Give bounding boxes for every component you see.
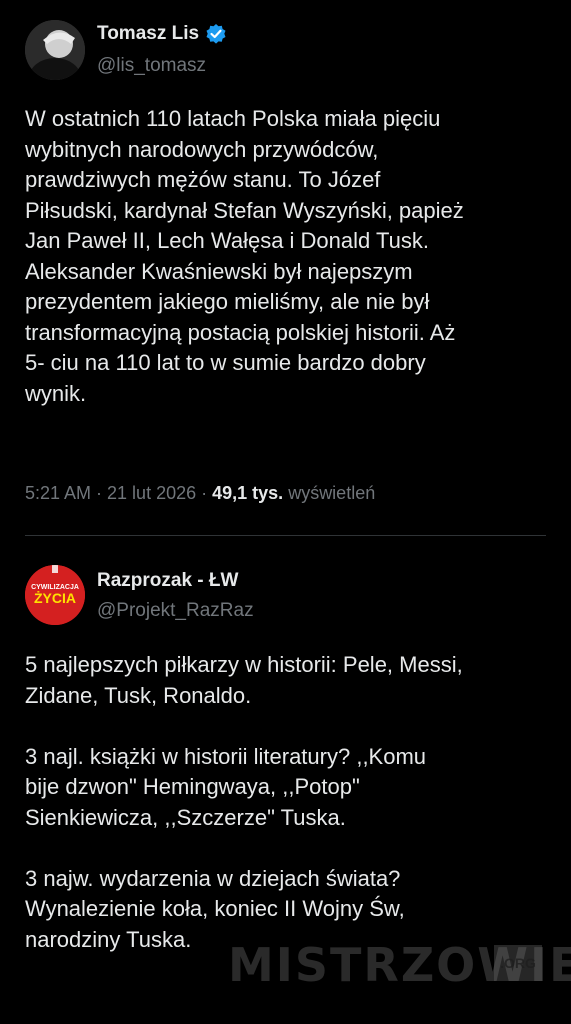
tweet-text: W ostatnich 110 latach Polska miała pięc… [25,106,464,406]
avatar-text-main: ŻYCIA [34,590,76,606]
tweet-time[interactable]: 5:21 AM · 21 lut 2026 · [25,483,212,503]
divider [25,535,546,536]
avatar-tomasz-lis[interactable] [25,20,85,80]
views-label: wyświetleń [283,483,376,503]
avatar-razprozak[interactable]: CYWILIZACJA ŻYCIA [25,565,85,625]
author-name-text[interactable]: Razprozak - ŁW [97,570,238,592]
tweet-text: 5 najlepszych piłkarzy w historii: Pele,… [25,652,463,952]
avatar-logo-icon: CYWILIZACJA ŻYCIA [25,565,85,625]
author-name-text[interactable]: Tomasz Lis [97,23,199,45]
author-handle[interactable]: @Projekt_RazRaz [97,600,254,622]
author-name[interactable]: Razprozak - ŁW [97,570,238,592]
author-handle[interactable]: @lis_tomasz [97,55,206,77]
watermark-org: .ORG [494,945,542,981]
tweet-meta: 5:21 AM · 21 lut 2026 · 49,1 tys. wyświe… [25,483,375,504]
avatar-photo-icon [25,20,85,80]
view-count: 49,1 tys. [212,483,284,503]
author-name[interactable]: Tomasz Lis [97,23,227,45]
verified-badge-icon [206,24,226,44]
